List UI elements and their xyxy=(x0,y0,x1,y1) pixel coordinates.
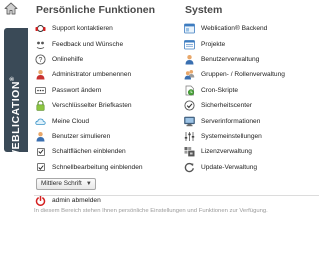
user-simulate-icon xyxy=(34,131,47,142)
system-settings-link[interactable]: Systemeinstellungen xyxy=(183,129,323,144)
license-icon xyxy=(183,146,196,157)
my-cloud-label: Meine Cloud xyxy=(52,117,90,125)
backend-link[interactable]: Weblication® Backend xyxy=(183,21,323,36)
quick-edit-checkbox[interactable] xyxy=(36,163,45,172)
weblication-tab[interactable]: WEBLICATION® xyxy=(4,28,28,160)
personal-functions-list: Support kontaktieren Feedback und Wünsch… xyxy=(34,21,174,208)
feedback-icon xyxy=(34,39,47,50)
simulate-user-link[interactable]: Benutzer simulieren xyxy=(34,129,174,144)
cron-icon xyxy=(183,85,196,96)
system-heading: System xyxy=(185,4,223,16)
group-role-management-link[interactable]: Gruppen- / Rollenverwaltung xyxy=(183,67,323,82)
groups-icon xyxy=(183,69,196,80)
help-icon: ? xyxy=(34,54,47,65)
backend-icon xyxy=(183,23,196,34)
sidebar: WEBLICATION® xyxy=(0,0,28,264)
svg-text:?: ? xyxy=(39,57,43,64)
font-size-value: Mittlere Schrift xyxy=(41,180,82,188)
font-size-row: Mittlere Schrift ▼ xyxy=(34,175,174,193)
cloud-icon xyxy=(34,116,47,127)
system-settings-label: Systemeinstellungen xyxy=(201,132,262,140)
projects-icon xyxy=(183,39,196,50)
user-management-link[interactable]: Benutzerverwaltung xyxy=(183,52,323,67)
security-center-label: Sicherheitscenter xyxy=(201,102,252,110)
home-icon[interactable] xyxy=(4,2,18,15)
user-management-icon xyxy=(183,54,196,65)
password-icon xyxy=(34,85,47,96)
rename-admin-link[interactable]: Administrator umbenennen xyxy=(34,67,174,82)
online-help-link[interactable]: ? Onlinehilfe xyxy=(34,52,174,67)
server-info-link[interactable]: Serverinformationen xyxy=(183,113,323,128)
server-info-label: Serverinformationen xyxy=(201,117,261,125)
update-icon xyxy=(183,162,196,173)
system-list: Weblication® Backend Projekte Benutzerve… xyxy=(183,21,323,175)
logout-label: admin abmelden xyxy=(52,197,101,205)
support-contact-label: Support kontaktieren xyxy=(52,25,113,33)
support-icon xyxy=(34,23,47,34)
quick-edit-checkbox-row[interactable]: Schnellbearbeitung einblenden xyxy=(34,160,174,175)
section-divider xyxy=(34,195,319,196)
main-panel: Persönliche Funktionen System Support ko… xyxy=(28,0,323,264)
cron-scripts-label: Cron-Skripte xyxy=(201,86,239,94)
change-password-label: Passwort ändern xyxy=(52,86,102,94)
simulate-user-label: Benutzer simulieren xyxy=(52,132,111,140)
chevron-down-icon: ▼ xyxy=(85,180,92,187)
user-management-label: Benutzerverwaltung xyxy=(201,55,260,63)
info-text: In diesem Bereich stehen Ihnen persönlic… xyxy=(34,208,268,214)
update-management-link[interactable]: Update-Verwaltung xyxy=(183,160,323,175)
encrypted-mailbox-link[interactable]: Verschlüsselter Briefkasten xyxy=(34,98,174,113)
feedback-link[interactable]: Feedback und Wünsche xyxy=(34,36,174,51)
support-contact-link[interactable]: Support kontaktieren xyxy=(34,21,174,36)
projects-link[interactable]: Projekte xyxy=(183,36,323,51)
online-help-label: Onlinehilfe xyxy=(52,55,84,63)
personal-functions-heading: Persönliche Funktionen xyxy=(36,4,156,16)
backend-label: Weblication® Backend xyxy=(201,25,268,33)
change-password-link[interactable]: Passwort ändern xyxy=(34,83,174,98)
quick-edit-label: Schnellbearbeitung einblenden xyxy=(52,163,143,171)
security-center-link[interactable]: Sicherheitscenter xyxy=(183,98,323,113)
user-rename-icon xyxy=(34,69,47,80)
feedback-label: Feedback und Wünsche xyxy=(52,40,124,48)
power-icon xyxy=(34,195,47,207)
update-management-label: Update-Verwaltung xyxy=(201,163,258,171)
lock-icon xyxy=(34,100,47,111)
encrypted-mailbox-label: Verschlüsselter Briefkasten xyxy=(52,102,132,110)
show-buttons-checkbox-row[interactable]: Schaltflächen einblenden xyxy=(34,144,174,159)
security-icon xyxy=(183,100,196,111)
show-buttons-label: Schaltflächen einblenden xyxy=(52,148,126,156)
cron-scripts-link[interactable]: Cron-Skripte xyxy=(183,83,323,98)
font-size-select[interactable]: Mittlere Schrift ▼ xyxy=(36,177,96,190)
weblication-brand: WEBLICATION® xyxy=(10,76,22,160)
projects-label: Projekte xyxy=(201,40,226,48)
server-icon xyxy=(183,116,196,127)
license-management-link[interactable]: Lizenzverwaltung xyxy=(183,144,323,159)
my-cloud-link[interactable]: Meine Cloud xyxy=(34,113,174,128)
settings-icon xyxy=(183,131,196,142)
show-buttons-checkbox[interactable] xyxy=(36,147,45,156)
group-role-management-label: Gruppen- / Rollenverwaltung xyxy=(201,71,285,79)
rename-admin-label: Administrator umbenennen xyxy=(52,71,132,79)
license-management-label: Lizenzverwaltung xyxy=(201,148,252,156)
